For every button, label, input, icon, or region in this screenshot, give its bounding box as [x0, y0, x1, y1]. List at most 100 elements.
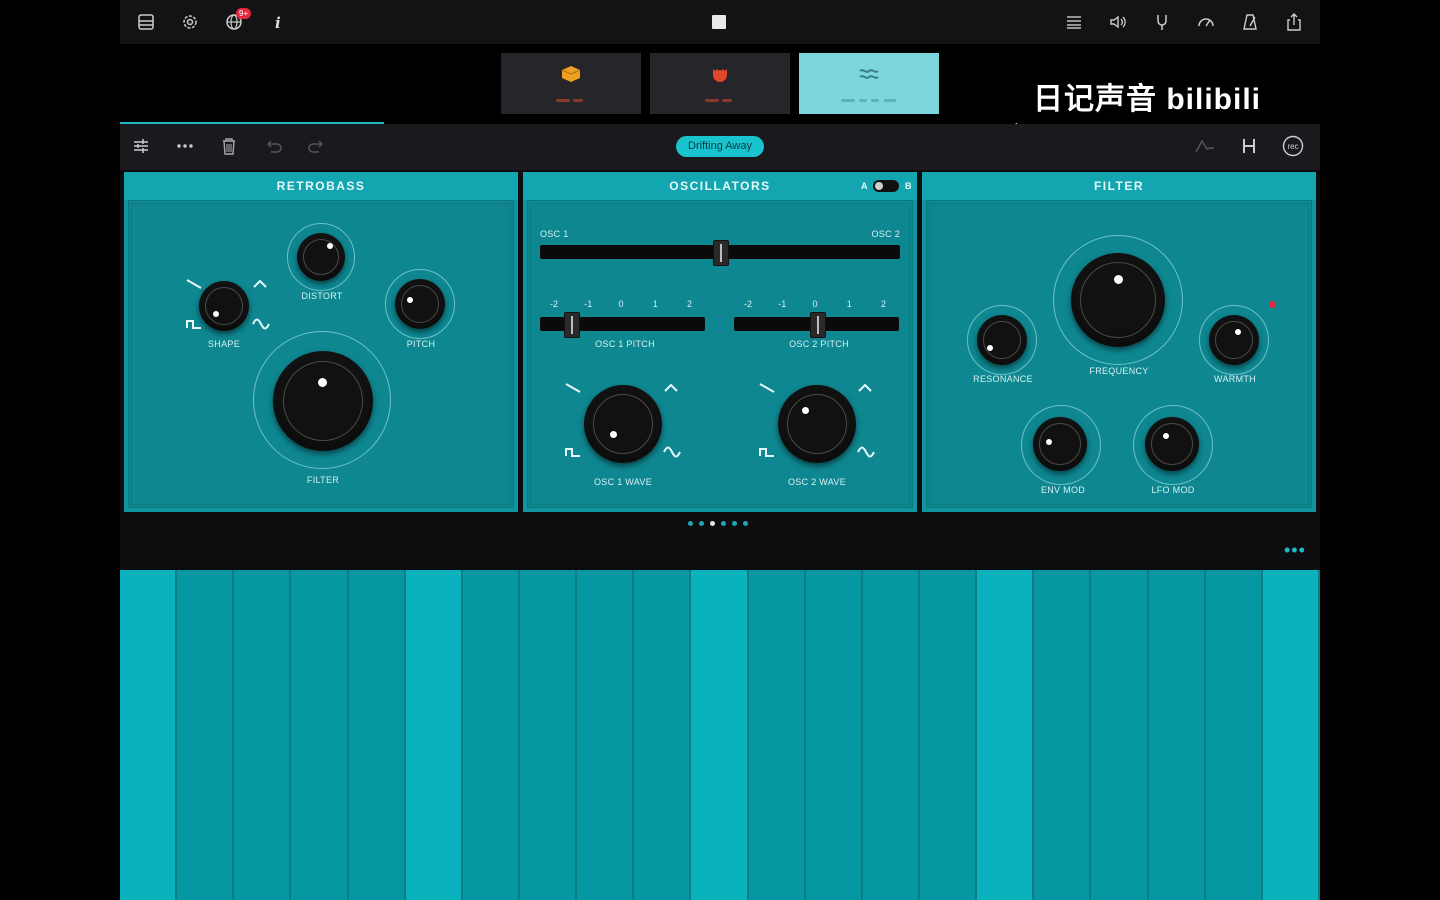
- osc2-wave-knob[interactable]: [778, 385, 856, 463]
- piano-key[interactable]: [519, 570, 578, 900]
- plugin-toolbar: Drifting Away rec: [120, 124, 1320, 170]
- warmth-knob[interactable]: [1199, 305, 1271, 377]
- filter-label: FILTER: [306, 475, 340, 485]
- piano-key[interactable]: [634, 570, 692, 900]
- piano-key[interactable]: [862, 570, 920, 900]
- piano-key[interactable]: [1034, 570, 1092, 900]
- triangle-wave-icon: [664, 383, 678, 392]
- page-dot[interactable]: [721, 521, 726, 526]
- piano-key[interactable]: [177, 570, 235, 900]
- piano-key[interactable]: [919, 570, 978, 900]
- page-indicator[interactable]: [688, 521, 748, 526]
- notification-badge: 9+: [236, 8, 252, 19]
- env-mod-label: ENV MOD: [1040, 485, 1086, 495]
- page-dot[interactable]: [688, 521, 693, 526]
- saw-wave-icon: [186, 279, 202, 289]
- wave-icon: [859, 69, 879, 79]
- piano-key[interactable]: [291, 570, 349, 900]
- piano-key[interactable]: [977, 570, 1035, 900]
- gear-icon[interactable]: [178, 10, 202, 34]
- resonance-knob[interactable]: [967, 305, 1039, 377]
- shape-knob[interactable]: [199, 281, 249, 331]
- pitch-tick-label: -1: [584, 299, 593, 309]
- piano-key[interactable]: [462, 570, 520, 900]
- ab-toggle[interactable]: [873, 180, 899, 192]
- redo-icon[interactable]: [306, 135, 330, 159]
- page-dot[interactable]: [699, 521, 704, 526]
- retrobass-title: RETROBASS: [124, 172, 518, 200]
- track-tile-drums[interactable]: [650, 53, 790, 114]
- page-dot[interactable]: [732, 521, 737, 526]
- trash-icon[interactable]: [218, 135, 242, 159]
- share-icon[interactable]: [1282, 10, 1306, 34]
- track-bar: [705, 99, 719, 102]
- osc2-pitch-handle[interactable]: [809, 312, 826, 338]
- track-bar: [871, 99, 879, 102]
- pitch-tick-label: 2: [881, 299, 887, 309]
- piano-key[interactable]: [234, 570, 292, 900]
- oscillators-body: OSC 1 OSC 2 -2 -1 0 1 2 OSC 1 PITCH -2 -1 0 1 2 …: [527, 200, 913, 508]
- osc1-label: OSC 1: [540, 229, 569, 239]
- frequency-knob[interactable]: [1053, 235, 1185, 367]
- more-icon[interactable]: [174, 135, 198, 159]
- speaker-icon[interactable]: [1106, 10, 1130, 34]
- distort-knob[interactable]: [287, 223, 357, 293]
- undo-icon[interactable]: [262, 135, 286, 159]
- saw-wave-icon: [759, 383, 775, 393]
- filter-knob[interactable]: [253, 331, 393, 471]
- tuning-fork-icon[interactable]: [1150, 10, 1174, 34]
- piano-key[interactable]: [805, 570, 863, 900]
- piano-key[interactable]: [577, 570, 635, 900]
- more-icon[interactable]: •••: [1284, 540, 1306, 561]
- stack-icon[interactable]: [134, 10, 158, 34]
- piano-key[interactable]: [1262, 570, 1320, 900]
- retrobass-body: SHAPE DISTORT PITCH FILTER: [128, 200, 514, 508]
- pitch-tick-label: 1: [846, 299, 852, 309]
- track-tile-bass[interactable]: [501, 53, 641, 114]
- piano-key[interactable]: [1091, 570, 1149, 900]
- top-bar: 9+ i: [120, 0, 1320, 44]
- saw-wave-icon: [565, 383, 581, 393]
- filter-panel: FILTER RESONANCE FREQUENCY WARMTH ENV MO…: [922, 172, 1316, 512]
- track-bar: [573, 99, 583, 102]
- preset-name-button[interactable]: Drifting Away: [676, 136, 764, 157]
- piano-key[interactable]: [120, 570, 178, 900]
- fire-icon: [713, 69, 727, 82]
- track-bar: [722, 99, 732, 102]
- piano-key[interactable]: [1205, 570, 1263, 900]
- lfo-mod-knob[interactable]: [1133, 405, 1215, 487]
- piano-key[interactable]: [691, 570, 749, 900]
- osc1-wave-knob[interactable]: [584, 385, 662, 463]
- triangle-wave-icon: [858, 383, 872, 392]
- filter-body: RESONANCE FREQUENCY WARMTH ENV MOD LFO M…: [926, 200, 1312, 508]
- piano-key[interactable]: [748, 570, 806, 900]
- osc1-pitch-handle[interactable]: [564, 312, 581, 338]
- piano-key[interactable]: [405, 570, 463, 900]
- pitch-tick-label: 0: [812, 299, 818, 309]
- track-bar: [884, 99, 896, 102]
- sliders-icon[interactable]: [130, 135, 154, 159]
- list-icon[interactable]: [1062, 10, 1086, 34]
- osc-mix-handle[interactable]: [713, 240, 729, 266]
- globe-icon[interactable]: 9+: [222, 8, 252, 34]
- info-icon[interactable]: i: [266, 10, 290, 34]
- pitch-knob[interactable]: [385, 269, 457, 341]
- triangle-wave-icon: [253, 279, 267, 288]
- square-wave-icon: [759, 448, 774, 457]
- env-mod-knob[interactable]: [1021, 405, 1103, 487]
- metronome-icon[interactable]: [1238, 10, 1262, 34]
- bracket-icon[interactable]: [1238, 135, 1262, 159]
- piano-key[interactable]: [348, 570, 406, 900]
- gauge-icon[interactable]: [1194, 10, 1218, 34]
- box-icon: [561, 66, 581, 82]
- track-bar: [859, 99, 867, 102]
- watermark: 日记声音 bilibili: [1033, 83, 1261, 116]
- piano-key[interactable]: [1148, 570, 1206, 900]
- track-tile-synth[interactable]: [799, 53, 939, 114]
- stop-icon[interactable]: [712, 15, 726, 29]
- page-dot[interactable]: [743, 521, 748, 526]
- piano-keyboard[interactable]: [120, 570, 1320, 900]
- page-dot[interactable]: [710, 521, 715, 526]
- rec-icon[interactable]: rec: [1282, 135, 1306, 159]
- envelope-icon[interactable]: [1194, 135, 1218, 159]
